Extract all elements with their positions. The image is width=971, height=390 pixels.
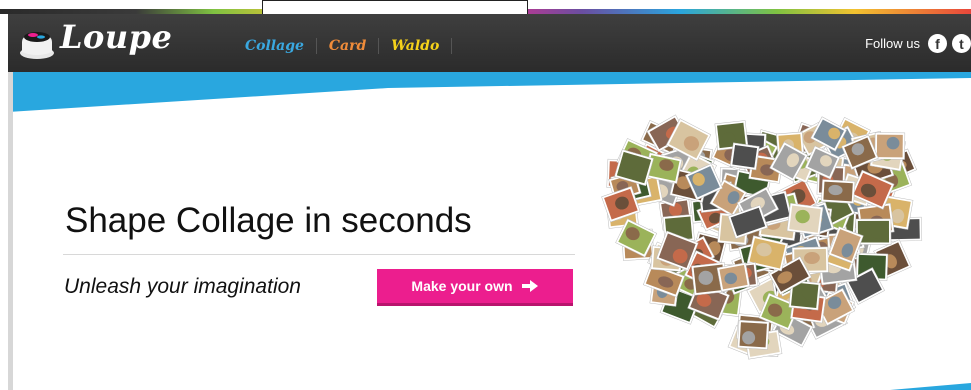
- nav-item-card[interactable]: Card: [317, 38, 378, 54]
- bottom-blue-accent: [890, 383, 971, 390]
- nav-item-waldo[interactable]: Waldo: [379, 38, 451, 54]
- logo-wordmark[interactable]: Loupe: [60, 18, 172, 56]
- follow-us-label: Follow us: [865, 36, 920, 51]
- page: Loupe Collage Card Waldo Follow us f t S…: [0, 0, 971, 390]
- arrow-right-icon: [521, 280, 538, 292]
- follow-us: Follow us f t: [865, 34, 971, 53]
- header-bar: Loupe Collage Card Waldo Follow us f t: [8, 14, 971, 72]
- hero-tagline: Unleash your imagination: [64, 275, 301, 298]
- make-your-own-button[interactable]: Make your own: [377, 269, 573, 306]
- twitter-icon[interactable]: t: [952, 34, 971, 53]
- make-your-own-label: Make your own: [411, 278, 513, 294]
- collage-photo: [737, 319, 770, 350]
- collage-photo: [729, 142, 760, 171]
- main-nav: Collage Card Waldo: [233, 34, 453, 58]
- collage-photo: [716, 262, 751, 293]
- left-border: [8, 72, 13, 390]
- hero-divider: [63, 254, 575, 255]
- heart-photo-collage: [601, 114, 923, 360]
- hero-headline: Shape Collage in seconds: [65, 201, 472, 240]
- loupe-logo-icon[interactable]: [18, 26, 56, 60]
- nav-separator: [451, 38, 453, 54]
- collage-photo: [821, 179, 856, 204]
- collage-photo: [786, 202, 824, 236]
- collage-photo: [874, 132, 906, 160]
- facebook-icon[interactable]: f: [928, 34, 947, 53]
- nav-item-collage[interactable]: Collage: [233, 38, 316, 54]
